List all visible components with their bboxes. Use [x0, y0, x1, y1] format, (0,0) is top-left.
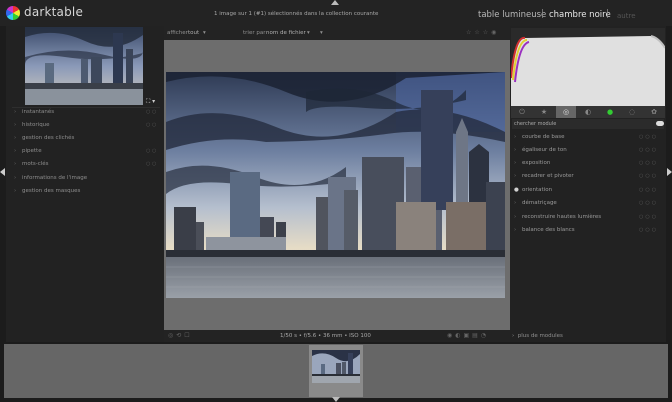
darktable-logo-icon — [6, 6, 20, 20]
module-expand-icon: › — [514, 147, 517, 153]
module-power-icon[interactable]: ○○○ — [639, 147, 658, 153]
module-expand-icon: › — [514, 160, 517, 166]
module-row-exposure[interactable]: › exposition — [514, 160, 550, 166]
left-module-label: pipette — [22, 148, 42, 154]
module-row-demosaic[interactable]: › dématriçage — [514, 200, 557, 206]
group-favorites-icon[interactable]: ★ — [534, 106, 554, 118]
left-module-image-information[interactable]: › informations de l'image — [14, 175, 87, 185]
view-lighttable[interactable]: table lumineuse — [478, 10, 546, 20]
module-search-placeholder: chercher module — [514, 121, 557, 127]
module-row-highlight-reconstruction[interactable]: › reconstruire hautes lumières — [514, 214, 601, 220]
module-label: dématriçage — [522, 200, 557, 206]
module-label: balance des blancs — [522, 227, 575, 233]
module-power-icon[interactable]: ○○○ — [639, 173, 658, 179]
expand-arrow-icon: › — [14, 135, 17, 141]
left-module-label: mots-clés — [22, 161, 49, 167]
group-correct-icon[interactable]: ◌ — [622, 106, 642, 118]
left-module-label: instantanés — [22, 109, 55, 115]
expand-arrow-icon: › — [14, 175, 17, 181]
module-expand-icon: › — [514, 173, 517, 179]
chevron-down-icon[interactable]: ▾ — [307, 30, 310, 36]
module-options-icon[interactable]: ○ ○ — [146, 109, 156, 115]
sort-dropdown[interactable]: nom de fichier — [266, 30, 306, 36]
view-more[interactable]: autre — [617, 12, 636, 20]
main-image[interactable] — [166, 72, 505, 298]
module-options-icon[interactable]: ○ ○ — [146, 148, 156, 154]
bottom-tool-icon[interactable]: ◎⟲☐ — [168, 332, 193, 339]
view-darkroom[interactable]: chambre noire — [549, 10, 611, 20]
expand-arrow-icon: › — [14, 122, 17, 128]
left-module-label: gestion des masques — [22, 188, 81, 194]
group-base-icon[interactable]: ◎ — [556, 106, 576, 118]
group-tone-icon[interactable]: ◐ — [578, 106, 598, 118]
histogram[interactable] — [510, 28, 666, 106]
selection-status: 1 image sur 1 (#1) sélectionnés dans la … — [214, 11, 379, 17]
chevron-down-icon[interactable]: ▾ — [203, 30, 206, 36]
group-effects-icon[interactable]: ✿ — [644, 106, 664, 118]
module-row-orientation[interactable]: ● orientation — [514, 187, 552, 193]
sort-order-icon[interactable]: ▾ — [320, 30, 323, 36]
module-power-icon[interactable]: ○○○ — [639, 214, 658, 220]
module-expand-icon: › — [514, 227, 517, 233]
left-module-duplicate-manager[interactable]: › gestion des clichés — [14, 135, 74, 145]
module-options-icon[interactable]: ○ ○ — [146, 122, 156, 128]
module-power-icon[interactable]: ○○○ — [639, 200, 658, 206]
collapse-top-panel-arrow-icon[interactable] — [331, 0, 339, 5]
left-module-mask-manager[interactable]: › gestion des masques — [14, 188, 80, 198]
toggle-icon[interactable] — [656, 121, 664, 126]
module-label: exposition — [522, 160, 551, 166]
module-label: orientation — [522, 187, 553, 193]
left-module-label: historique — [22, 122, 50, 128]
show-filter-label: afficher — [167, 30, 188, 36]
toolbar-star-icon[interactable]: ☆☆☆◉ — [466, 29, 499, 36]
expand-arrow-icon: › — [14, 161, 17, 167]
view-separator: | — [541, 9, 545, 19]
module-label: recadrer et pivoter — [522, 173, 574, 179]
navigation-thumbnail[interactable] — [25, 27, 143, 105]
module-label: courbe de base — [522, 134, 565, 140]
expand-arrow-icon: › — [14, 188, 17, 194]
expand-arrow-icon: › — [14, 148, 17, 154]
more-modules-button[interactable]: › plus de modules — [512, 333, 563, 339]
softproof-icon[interactable]: ◉◐▣▤◔ — [447, 332, 489, 339]
module-row-crop-rotate[interactable]: › recadrer et pivoter — [514, 173, 574, 179]
group-color-icon[interactable]: ● — [600, 106, 620, 118]
collapse-filmstrip-arrow-icon[interactable] — [332, 397, 340, 402]
sort-label: trier par — [243, 30, 266, 36]
module-power-icon[interactable]: ○○○ — [639, 160, 658, 166]
module-expand-icon: › — [514, 200, 517, 206]
module-power-icon[interactable]: ○○○ — [639, 227, 658, 233]
module-expand-icon: › — [514, 134, 517, 140]
collapse-right-panel-arrow-icon[interactable] — [667, 168, 672, 176]
more-modules-label: plus de modules — [517, 333, 563, 339]
zoom-icon[interactable]: ⛶ ▾ — [146, 98, 155, 106]
view-separator: | — [606, 9, 610, 19]
left-module-label: informations de l'image — [22, 175, 88, 181]
expand-arrow-icon: › — [14, 109, 17, 115]
group-active-modules-icon[interactable]: ⏻ — [512, 106, 532, 118]
show-filter-dropdown[interactable]: tout — [188, 30, 199, 36]
module-power-icon[interactable]: ○○○ — [639, 187, 658, 193]
module-enabled-icon: ● — [514, 187, 519, 193]
collapse-left-panel-arrow-icon[interactable] — [0, 168, 5, 176]
left-module-label: gestion des clichés — [22, 135, 75, 141]
left-module-tagging[interactable]: › mots-clés — [14, 161, 49, 171]
app-name: darktable — [24, 5, 84, 19]
filmstrip-image[interactable] — [312, 350, 360, 383]
left-module-history[interactable]: › historique — [14, 122, 50, 132]
center-top-toolbar — [164, 26, 510, 40]
module-options-icon[interactable]: ○ ○ — [146, 161, 156, 167]
divider — [12, 107, 160, 108]
module-row-tone-equalizer[interactable]: › égaliseur de ton — [514, 147, 567, 153]
module-row-base-curve[interactable]: › courbe de base — [514, 134, 565, 140]
left-module-color-picker[interactable]: › pipette — [14, 148, 42, 158]
left-module-snapshots[interactable]: › instantanés — [14, 109, 54, 119]
module-row-white-balance[interactable]: › balance des blancs — [514, 227, 575, 233]
module-expand-icon: › — [514, 214, 517, 220]
module-label: reconstruire hautes lumières — [522, 214, 602, 220]
module-power-icon[interactable]: ○○○ — [639, 134, 658, 140]
exif-info: 1/50 s • f/5.6 • 36 mm • ISO 100 — [280, 333, 371, 339]
module-label: égaliseur de ton — [522, 147, 567, 153]
